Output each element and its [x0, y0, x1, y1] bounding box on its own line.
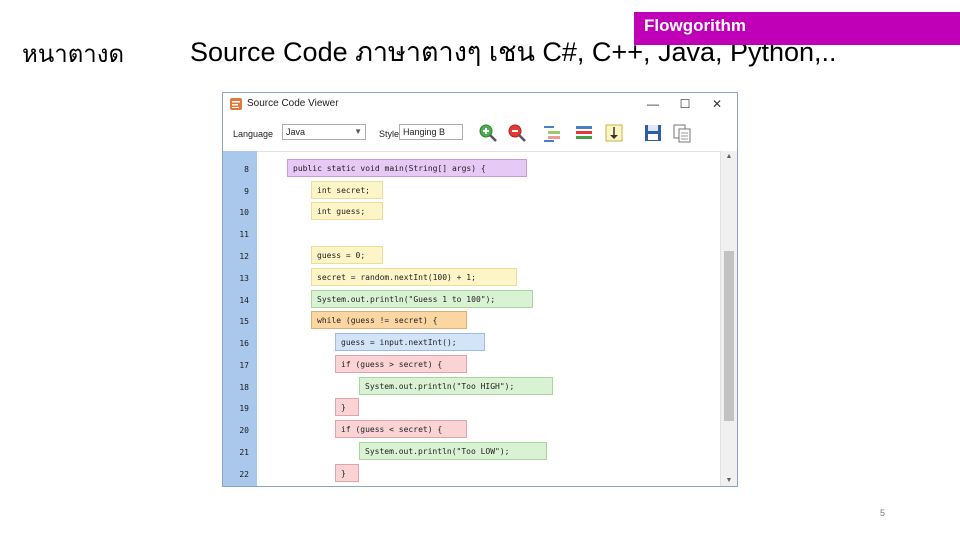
line-number: 20 [239, 426, 249, 435]
code-line: System.out.println("Guess 1 to 100"); [311, 290, 533, 308]
style-select-value: Hanging B [403, 127, 446, 137]
brand-label: Flowgorithm [644, 16, 746, 35]
indent-icon[interactable] [542, 123, 562, 143]
language-select-value: Java [286, 127, 306, 137]
minimize-button[interactable]: — [638, 93, 668, 115]
copy-icon[interactable] [672, 123, 692, 143]
close-button[interactable]: ✕ [702, 93, 732, 115]
zoom-out-icon[interactable] [507, 123, 527, 143]
style-label: Style [379, 129, 400, 139]
line-number: 19 [239, 404, 249, 413]
code-line: int guess; [311, 202, 383, 220]
scroll-thumb[interactable] [724, 251, 734, 421]
scroll-down-icon[interactable]: ▼ [721, 477, 737, 484]
sort-icon[interactable] [604, 123, 624, 143]
window-title: Source Code Viewer [247, 98, 339, 109]
code-line: guess = input.nextInt(); [335, 333, 485, 351]
code-line: System.out.println("Too HIGH"); [359, 377, 553, 395]
line-number: 10 [239, 208, 249, 217]
zoom-in-icon[interactable] [478, 123, 498, 143]
chevron-down-icon: ▼ [354, 127, 362, 136]
brand-tag: Flowgorithm [634, 12, 960, 45]
line-number: 22 [239, 470, 249, 479]
toolbar: Language Java ▼ Style Hanging B [223, 115, 737, 152]
color-blocks-icon[interactable] [574, 123, 594, 143]
line-number: 13 [239, 274, 249, 283]
line-number: 21 [239, 448, 249, 457]
style-select[interactable]: Hanging B [399, 124, 463, 140]
maximize-button[interactable]: ☐ [670, 93, 700, 115]
page-number: 5 [880, 508, 886, 518]
code-line: int secret; [311, 181, 383, 199]
code-line: secret = random.nextInt(100) + 1; [311, 268, 517, 286]
slide-left-title: หนาตางด [22, 40, 125, 68]
language-select[interactable]: Java ▼ [282, 124, 366, 140]
line-number: 11 [239, 230, 249, 239]
code-line: while (guess != secret) { [311, 311, 467, 329]
code-line: if (guess < secret) { [335, 420, 467, 438]
scroll-up-icon[interactable]: ▲ [721, 153, 737, 160]
vertical-scrollbar[interactable]: ▲ ▼ [720, 151, 737, 486]
code-line: } [335, 398, 359, 416]
code-line: guess = 0; [311, 246, 383, 264]
code-line: } [335, 464, 359, 482]
line-number: 14 [239, 296, 249, 305]
app-icon [230, 98, 242, 110]
line-number: 16 [239, 339, 249, 348]
code-line: System.out.println("Too LOW"); [359, 442, 547, 460]
line-number: 9 [244, 187, 249, 196]
title-bar[interactable]: Source Code Viewer — ☐ ✕ [223, 93, 737, 115]
code-line: public static void main(String[] args) { [287, 159, 527, 177]
line-number: 15 [239, 317, 249, 326]
line-number: 12 [239, 252, 249, 261]
code-line: if (guess > secret) { [335, 355, 467, 373]
line-number: 18 [239, 383, 249, 392]
save-icon[interactable] [643, 123, 663, 143]
line-number: 17 [239, 361, 249, 370]
source-code-viewer-window: Source Code Viewer — ☐ ✕ Language Java ▼… [222, 92, 738, 487]
language-label: Language [233, 129, 274, 139]
line-number: 8 [244, 165, 249, 174]
